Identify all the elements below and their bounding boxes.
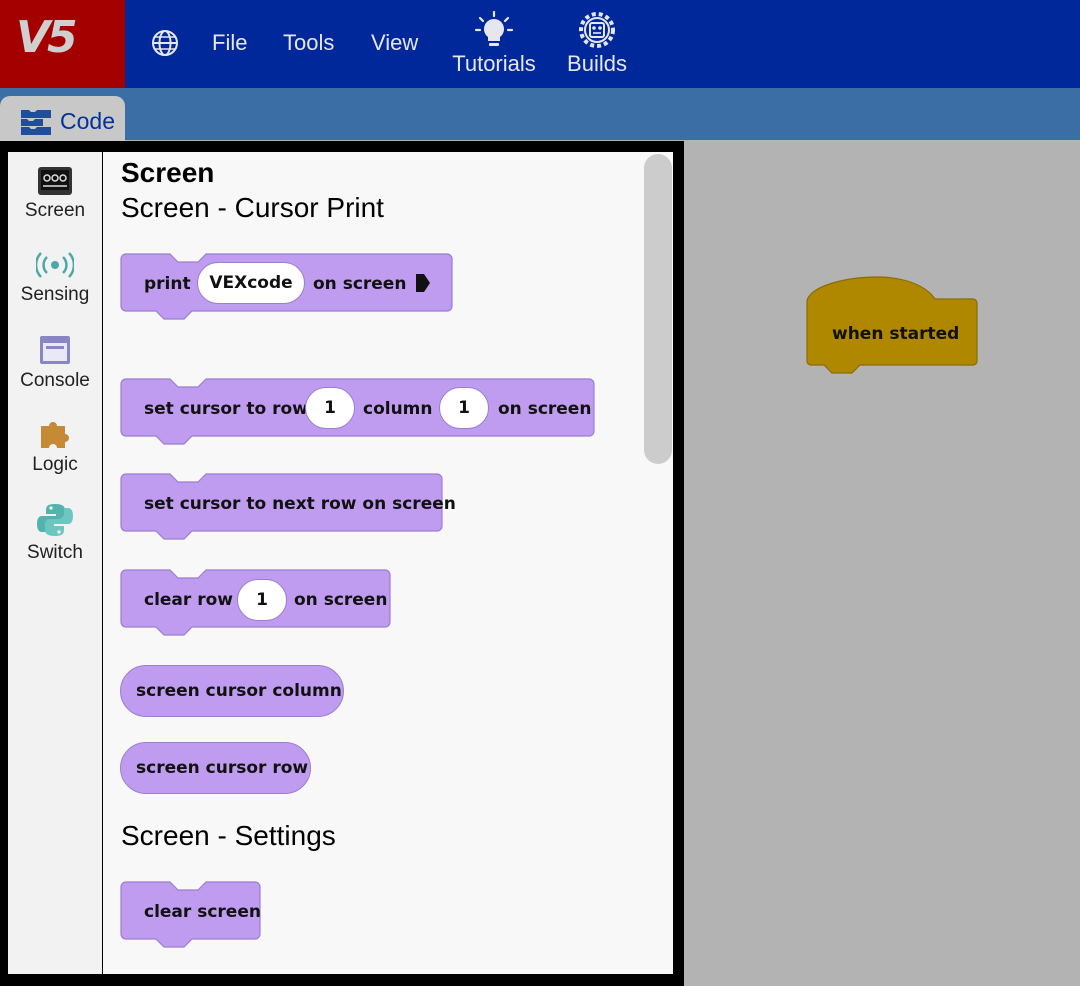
column-input[interactable]: 1 [439,387,489,429]
code-tab-label: Code [60,108,115,134]
tutorials-button[interactable]: Tutorials [448,10,540,77]
tab-bar [0,88,1080,140]
category-console[interactable]: Console [8,334,102,392]
category-sensing[interactable]: Sensing [8,250,102,306]
blocks-icon [21,110,51,135]
category-sensing-label: Sensing [20,284,90,305]
section-cursor-print: Screen - Cursor Print [121,192,384,223]
sensing-icon [36,252,74,278]
print-label: print [144,274,191,294]
cursor-column-label: screen cursor column [136,681,342,701]
category-console-label: Console [20,370,90,391]
clear-row-label: clear row [144,590,233,610]
screen-cursor-column-reporter[interactable]: screen cursor column [120,665,344,717]
tab-code[interactable]: Code [0,96,125,144]
screen-icon [38,167,72,195]
row-input[interactable]: 1 [305,387,355,429]
screen-cursor-row-reporter[interactable]: screen cursor row [120,742,311,794]
flyout-scrollbar[interactable] [644,154,672,464]
set-cursor-on-screen-label: on screen [498,399,592,419]
clear-screen-label: clear screen [144,902,261,922]
clear-row-input[interactable]: 1 [237,579,287,621]
cursor-row-label: screen cursor row [136,758,309,778]
menu-tools[interactable]: Tools [283,30,334,56]
category-switch-label: Switch [27,542,83,563]
section-screen-settings: Screen - Settings [121,820,336,851]
tutorials-label: Tutorials [452,51,536,76]
flyout-title: Screen [121,157,215,188]
menu-view[interactable]: View [371,30,418,56]
category-screen[interactable]: Screen [8,166,102,222]
puzzle-icon [41,422,69,448]
gear-robot-icon [579,12,615,48]
category-logic-label: Logic [32,454,78,475]
column-label: column [363,399,433,419]
set-cursor-label: set cursor to row [144,399,308,419]
category-screen-label: Screen [24,200,86,221]
console-icon [40,336,70,364]
category-switch[interactable]: Switch [8,502,102,564]
python-icon [37,504,73,536]
when-started-block[interactable]: when started [806,276,978,378]
logo-text: V5 [16,12,78,63]
category-list: Screen Sensing Console Logic Switch [8,152,102,974]
set-cursor-next-row-block[interactable]: set cursor to next row on screen [120,473,456,543]
when-started-label: when started [832,324,960,344]
clear-row-on-screen-label: on screen [294,590,388,610]
menu-file[interactable]: File [212,30,247,56]
globe-icon[interactable] [151,29,179,57]
builds-label: Builds [567,51,627,76]
lightbulb-icon [474,10,514,46]
builds-button[interactable]: Builds [562,10,632,77]
vexcode-logo: V5 [0,0,125,88]
category-logic[interactable]: Logic [8,418,102,476]
print-on-screen-label: on screen [313,274,407,294]
set-cursor-block[interactable]: set cursor to row column on screen [120,378,596,448]
print-text-input[interactable]: VEXcode [197,262,305,304]
next-row-label: set cursor to next row on screen [144,494,456,514]
clear-screen-block[interactable]: clear screen [120,881,262,951]
